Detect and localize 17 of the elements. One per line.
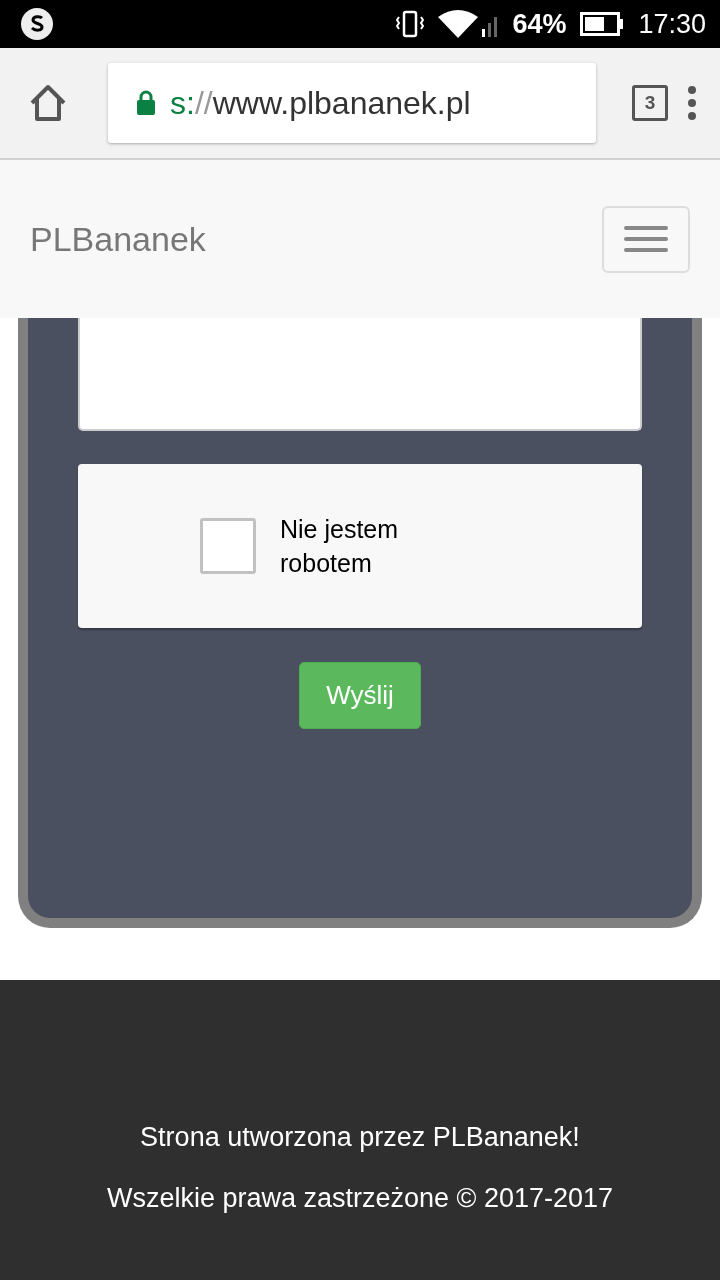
brand-name[interactable]: PLBananek	[30, 219, 206, 259]
vibrate-icon	[396, 9, 425, 39]
captcha-label: Nie jestem robotem	[280, 514, 400, 579]
menu-button[interactable]	[602, 205, 690, 273]
footer-text: Wszelkie prawa zastrzeżone © 2017-2017	[106, 1183, 614, 1214]
message-field[interactable]	[78, 318, 642, 431]
more-icon[interactable]	[686, 85, 698, 121]
home-icon[interactable]	[28, 84, 68, 122]
tab-count[interactable]: 3	[632, 85, 668, 121]
battery-icon	[580, 12, 625, 36]
footer-text: Strona utworzona przez PLBananek!	[140, 1122, 580, 1153]
captcha-checkbox[interactable]	[200, 518, 256, 574]
wifi-icon	[438, 9, 499, 39]
clock-time: 17:30	[638, 8, 706, 40]
battery-percent: 64%	[512, 8, 567, 40]
lock-icon	[136, 90, 156, 116]
skype-icon	[20, 7, 54, 41]
